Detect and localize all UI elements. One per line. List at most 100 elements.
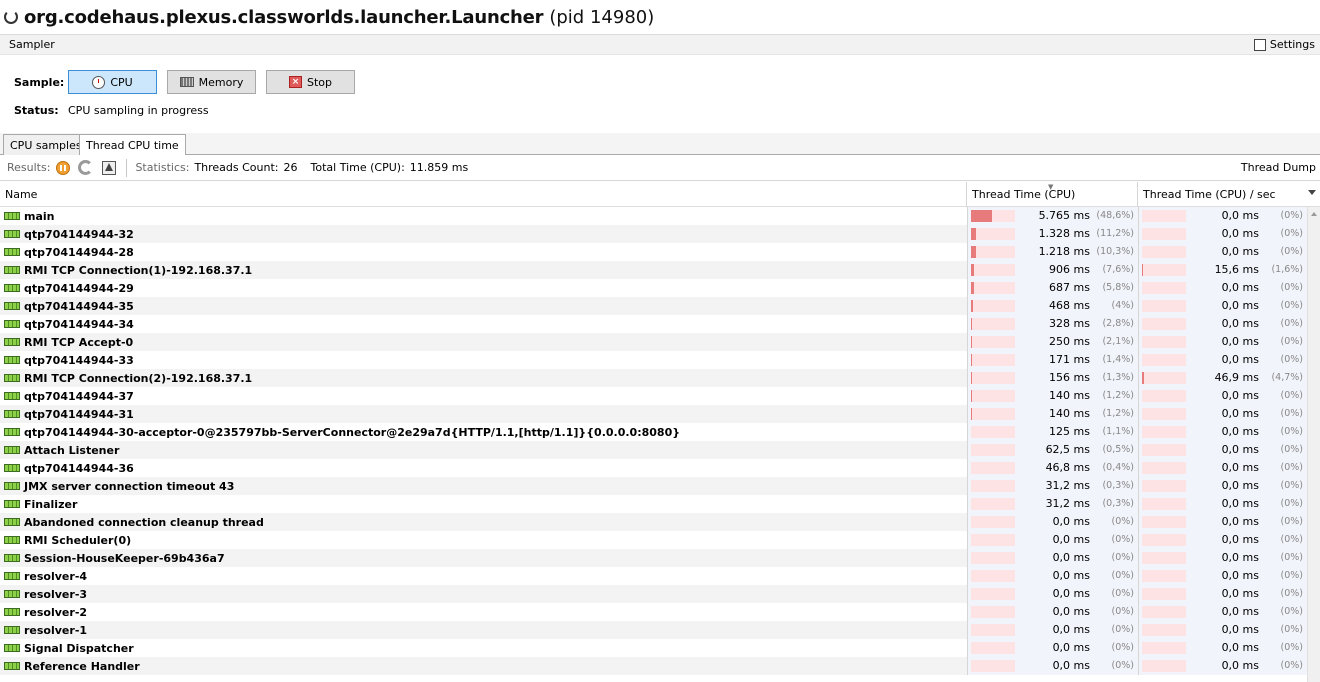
thread-time-bar xyxy=(971,228,1015,240)
thread-icon xyxy=(4,248,20,256)
thread-time-sec-percent: (0%) xyxy=(1280,444,1303,455)
table-row[interactable]: qtp704144944-33 171 ms (1,4%) 0,0 ms (0%) xyxy=(0,351,1307,369)
table-row[interactable]: JMX server connection timeout 43 31,2 ms (… xyxy=(0,477,1307,495)
thread-name: qtp704144944-30-acceptor-0@235797bb-Serv… xyxy=(24,425,681,439)
thread-time-cell: 1.328 ms (11,2%) xyxy=(967,225,1138,243)
thread-time-sec-bar xyxy=(1142,264,1186,276)
scroll-up-icon[interactable] xyxy=(1311,212,1317,216)
thread-icon xyxy=(4,302,20,310)
table-row[interactable]: Finalizer 31,2 ms (0,3%) 0,0 ms (0%) xyxy=(0,495,1307,513)
thread-name-cell: resolver-2 xyxy=(0,603,967,621)
thread-time-sec-cell: 0,0 ms (0%) xyxy=(1138,441,1307,459)
thread-time-sec-value: 0,0 ms xyxy=(1221,641,1259,654)
thread-time-cell: 31,2 ms (0,3%) xyxy=(967,495,1138,513)
thread-icon xyxy=(4,410,20,418)
vertical-scrollbar[interactable] xyxy=(1307,207,1320,682)
thread-time-bar-fill xyxy=(971,264,974,276)
thread-time-percent: (10,3%) xyxy=(1096,246,1134,257)
memory-sample-button[interactable]: Memory xyxy=(167,70,256,94)
table-row[interactable]: RMI TCP Accept-0 250 ms (2,1%) 0,0 ms (0%) xyxy=(0,333,1307,351)
tab-cpu-samples[interactable]: CPU samples xyxy=(3,134,89,155)
table-row[interactable]: qtp704144944-31 140 ms (1,2%) 0,0 ms (0%) xyxy=(0,405,1307,423)
thread-time-bar-fill xyxy=(971,318,972,330)
thread-time-sec-percent: (0%) xyxy=(1280,300,1303,311)
thread-time-sec-cell: 0,0 ms (0%) xyxy=(1138,225,1307,243)
thread-name: qtp704144944-28 xyxy=(24,245,134,259)
thread-time-bar-fill xyxy=(971,354,972,366)
table-row[interactable]: resolver-2 0,0 ms (0%) 0,0 ms (0%) xyxy=(0,603,1307,621)
table-row[interactable]: resolver-4 0,0 ms (0%) 0,0 ms (0%) xyxy=(0,567,1307,585)
thread-name-cell: main xyxy=(0,207,967,225)
table-row[interactable]: main 5.765 ms (48,6%) 0,0 ms (0%) xyxy=(0,207,1307,225)
thread-icon xyxy=(4,644,20,652)
settings-checkbox[interactable] xyxy=(1253,38,1266,51)
thread-time-sec-value: 0,0 ms xyxy=(1221,515,1259,528)
table-row[interactable]: qtp704144944-28 1.218 ms (10,3%) 0,0 ms (0%) xyxy=(0,243,1307,261)
refresh-icon[interactable] xyxy=(78,160,94,175)
column-header-name[interactable]: Name xyxy=(0,182,967,207)
thread-time-sec-percent: (0%) xyxy=(1280,210,1303,221)
table-row[interactable]: RMI TCP Connection(2)-192.168.37.1 156 ms… xyxy=(0,369,1307,387)
thread-time-cell: 0,0 ms (0%) xyxy=(967,657,1138,675)
thread-name-cell: RMI TCP Accept-0 xyxy=(0,333,967,351)
thread-name-cell: RMI TCP Connection(2)-192.168.37.1 xyxy=(0,369,967,387)
thread-icon xyxy=(4,554,20,562)
thread-name-cell: Signal Dispatcher xyxy=(0,639,967,657)
thread-time-sec-bar xyxy=(1142,534,1186,546)
thread-time-sec-value: 0,0 ms xyxy=(1221,227,1259,240)
table-row[interactable]: qtp704144944-35 468 ms (4%) 0,0 ms (0%) xyxy=(0,297,1307,315)
thread-time-sec-value: 0,0 ms xyxy=(1221,353,1259,366)
thread-name: qtp704144944-33 xyxy=(24,353,134,367)
settings-toggle[interactable]: Settings xyxy=(1253,38,1315,51)
thread-time-sec-cell: 0,0 ms (0%) xyxy=(1138,333,1307,351)
thread-time-bar xyxy=(971,660,1015,672)
thread-time-bar-fill xyxy=(971,336,972,348)
thread-name-cell: Attach Listener xyxy=(0,441,967,459)
cpu-sample-button[interactable]: CPU xyxy=(68,70,157,94)
tab-cpu-samples-label: CPU samples xyxy=(10,138,82,152)
column-header-thread-time-sec[interactable]: Thread Time (CPU) / sec xyxy=(1138,182,1307,207)
table-row[interactable]: resolver-1 0,0 ms (0%) 0,0 ms (0%) xyxy=(0,621,1307,639)
snapshot-icon[interactable] xyxy=(102,160,117,175)
table-row[interactable]: Abandoned connection cleanup thread 0,0 m… xyxy=(0,513,1307,531)
thread-time-sec-bar xyxy=(1142,606,1186,618)
thread-time-sec-bar xyxy=(1142,336,1186,348)
thread-time-sec-cell: 0,0 ms (0%) xyxy=(1138,477,1307,495)
table-row[interactable]: Attach Listener 62,5 ms (0,5%) 0,0 ms (0%) xyxy=(0,441,1307,459)
thread-time-sec-percent: (0%) xyxy=(1280,426,1303,437)
column-menu-icon[interactable] xyxy=(1308,190,1316,195)
thread-dump-button[interactable]: Thread Dump xyxy=(1241,161,1316,174)
thread-time-cell: 62,5 ms (0,5%) xyxy=(967,441,1138,459)
thread-time-bar xyxy=(971,462,1015,474)
thread-icon xyxy=(4,230,20,238)
thread-time-value: 0,0 ms xyxy=(1052,641,1090,654)
thread-name-cell: JMX server connection timeout 43 xyxy=(0,477,967,495)
table-row[interactable]: Signal Dispatcher 0,0 ms (0%) 0,0 ms (0%) xyxy=(0,639,1307,657)
thread-time-sec-cell: 0,0 ms (0%) xyxy=(1138,639,1307,657)
table-row[interactable]: Reference Handler 0,0 ms (0%) 0,0 ms (0%) xyxy=(0,657,1307,675)
thread-time-cell: 0,0 ms (0%) xyxy=(967,549,1138,567)
thread-time-sec-value: 0,0 ms xyxy=(1221,209,1259,222)
thread-time-sec-percent: (0%) xyxy=(1280,336,1303,347)
table-row[interactable]: Session-HouseKeeper-69b436a7 0,0 ms (0%) 0,… xyxy=(0,549,1307,567)
thread-time-sec-cell: 0,0 ms (0%) xyxy=(1138,207,1307,225)
table-row[interactable]: qtp704144944-30-acceptor-0@235797bb-Serv… xyxy=(0,423,1307,441)
table-row[interactable]: RMI Scheduler(0) 0,0 ms (0%) 0,0 ms (0%) xyxy=(0,531,1307,549)
stop-sample-button[interactable]: × Stop xyxy=(266,70,355,94)
table-row[interactable]: qtp704144944-37 140 ms (1,2%) 0,0 ms (0%) xyxy=(0,387,1307,405)
table-row[interactable]: RMI TCP Connection(1)-192.168.37.1 906 ms… xyxy=(0,261,1307,279)
thread-time-bar xyxy=(971,390,1015,402)
thread-time-value: 1.218 ms xyxy=(1038,245,1090,258)
thread-time-cell: 156 ms (1,3%) xyxy=(967,369,1138,387)
thread-time-sec-cell: 0,0 ms (0%) xyxy=(1138,423,1307,441)
table-row[interactable]: resolver-3 0,0 ms (0%) 0,0 ms (0%) xyxy=(0,585,1307,603)
table-row[interactable]: qtp704144944-34 328 ms (2,8%) 0,0 ms (0%) xyxy=(0,315,1307,333)
table-row[interactable]: qtp704144944-32 1.328 ms (11,2%) 0,0 ms (0%) xyxy=(0,225,1307,243)
thread-time-sec-percent: (0%) xyxy=(1280,498,1303,509)
table-row[interactable]: qtp704144944-36 46,8 ms (0,4%) 0,0 ms (0%) xyxy=(0,459,1307,477)
tab-thread-cpu-time[interactable]: Thread CPU time xyxy=(79,134,186,156)
app-title: org.codehaus.plexus.classworlds.launcher… xyxy=(24,6,544,28)
pause-icon[interactable] xyxy=(56,160,71,175)
thread-time-percent: (0%) xyxy=(1111,624,1134,635)
table-row[interactable]: qtp704144944-29 687 ms (5,8%) 0,0 ms (0%) xyxy=(0,279,1307,297)
